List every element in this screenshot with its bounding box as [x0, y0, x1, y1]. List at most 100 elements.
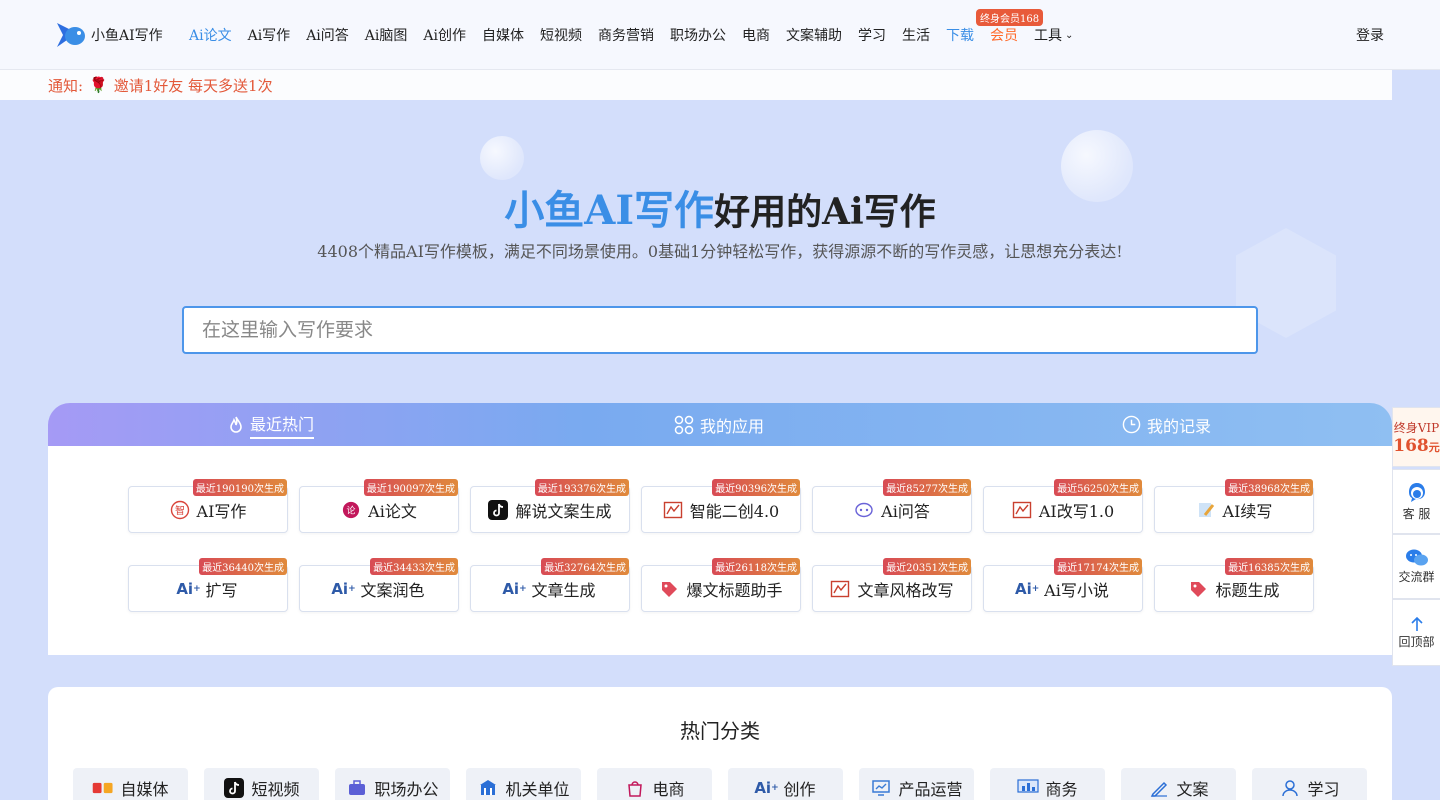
card-ai-qa[interactable]: 最近85277次生成 Ai问答	[812, 479, 972, 533]
category-copywriting[interactable]: 文案	[1121, 768, 1236, 800]
usage-badge: 最近190097次生成	[363, 479, 458, 496]
usage-badge: 最近34433次生成	[370, 558, 458, 575]
card-ai-novel[interactable]: 最近17174次生成 Ai + Ai写小说	[983, 558, 1143, 612]
category-study[interactable]: 学习	[1252, 768, 1367, 800]
nav-item-vip[interactable]: 会员	[990, 25, 1018, 45]
media-icon	[92, 777, 114, 799]
tiktok-icon	[223, 777, 245, 799]
ai-spark-icon: Ai +	[754, 779, 779, 797]
usage-badge: 最近85277次生成	[883, 479, 971, 496]
nav-item-tools[interactable]: 工具 ⌄	[1034, 25, 1073, 45]
notice-bar: 通知: 🌹 邀请1好友 每天多送1次	[0, 70, 1392, 100]
category-create[interactable]: Ai + 创作	[728, 768, 843, 800]
card-ai-continue[interactable]: 最近38968次生成 AI续写	[1154, 479, 1314, 533]
tab-my-records[interactable]: 我的记录	[1122, 403, 1211, 446]
tools-label: 工具	[1033, 28, 1062, 44]
usage-badge: 最近16385次生成	[1225, 558, 1313, 575]
briefcase-icon	[346, 777, 368, 799]
vip-price-value: 168	[1393, 435, 1429, 456]
nav-item-ai-paper[interactable]: Ai论文	[189, 25, 232, 45]
back-to-top-button[interactable]: 回顶部	[1392, 599, 1440, 666]
card-label: 扩写	[205, 580, 238, 600]
tab-recent-hot[interactable]: 最近热门	[228, 403, 315, 446]
notice-text[interactable]: 邀请1好友 每天多送1次	[114, 75, 273, 96]
service-label: 客 服	[1402, 507, 1431, 521]
svg-text:智: 智	[175, 504, 185, 517]
nav-item-short-video[interactable]: 短视频	[540, 25, 582, 45]
shop-icon	[624, 777, 646, 799]
category-self-media[interactable]: 自媒体	[73, 768, 188, 800]
usage-badge: 最近190190次生成	[192, 479, 287, 496]
group-chat-button[interactable]: 交流群	[1392, 534, 1440, 599]
building-icon	[477, 777, 499, 799]
hero-title: 小鱼AI写作好用的Ai写作	[0, 178, 1440, 236]
card-expand[interactable]: 最近36440次生成 Ai + 扩写	[128, 558, 288, 612]
tab-label: 最近热门	[250, 411, 315, 439]
person-icon	[1279, 777, 1301, 799]
usage-badge: 最近26118次生成	[712, 558, 800, 575]
usage-badge: 最近20351次生成	[883, 558, 971, 575]
login-link[interactable]: 登录	[1356, 25, 1384, 45]
card-style-rewrite[interactable]: 最近20351次生成 文章风格改写	[812, 558, 972, 612]
nav-item-life[interactable]: 生活	[902, 25, 930, 45]
card-commentary-copy[interactable]: 最近193376次生成 解说文案生成	[470, 479, 630, 533]
notice-prefix: 通知:	[48, 76, 84, 95]
nav-item-copy-assist[interactable]: 文案辅助	[786, 25, 842, 45]
vip-line1: 终身VIP	[1393, 420, 1440, 435]
main-nav: Ai论文 Ai写作 Ai问答 Ai脑图 Ai创作 自媒体 短视频 商务营销 职场…	[189, 0, 1089, 70]
category-label: 职场办公	[374, 780, 439, 799]
chart-board-icon	[1017, 777, 1040, 799]
customer-service-button[interactable]: 客 服	[1392, 469, 1440, 534]
card-ai-paper[interactable]: 最近190097次生成 论 Ai论文	[299, 479, 459, 533]
hot-panel: 最近190190次生成 智 AI写作 最近190097次生成 论 Ai论文 最近…	[48, 446, 1392, 655]
search-input[interactable]	[182, 306, 1258, 354]
card-label: Ai写小说	[1044, 580, 1109, 600]
category-label: 自媒体	[120, 780, 169, 799]
decor-bubble	[480, 136, 524, 180]
service-icon	[1408, 483, 1425, 502]
category-label: 创作	[783, 780, 816, 799]
wechat-icon	[1405, 549, 1428, 566]
card-ai-writing[interactable]: 最近190190次生成 智 AI写作	[128, 479, 288, 533]
card-title-gen[interactable]: 最近16385次生成 标题生成	[1154, 558, 1314, 612]
nav-item-office[interactable]: 职场办公	[670, 25, 726, 45]
svg-text:论: 论	[347, 504, 356, 516]
nav-item-download[interactable]: 下载	[946, 25, 974, 45]
tab-my-apps[interactable]: 我的应用	[674, 403, 764, 446]
card-label: AI改写1.0	[1038, 501, 1115, 521]
category-business[interactable]: 商务	[990, 768, 1105, 800]
arrow-up-icon	[1410, 616, 1423, 631]
lifetime-vip-button[interactable]: 终身VIP 168元	[1392, 407, 1440, 467]
nav-item-ecommerce[interactable]: 电商	[742, 25, 770, 45]
category-office[interactable]: 职场办公	[335, 768, 450, 800]
logo[interactable]: 小鱼AI写作	[55, 19, 163, 51]
card-label: 解说文案生成	[515, 501, 612, 521]
zhi-icon: 智	[170, 500, 190, 520]
nav-item-marketing[interactable]: 商务营销	[598, 25, 654, 45]
usage-badge: 最近36440次生成	[199, 558, 287, 575]
apps-icon	[674, 415, 694, 434]
rewrite-icon	[663, 500, 683, 520]
card-polish[interactable]: 最近34433次生成 Ai + 文案润色	[299, 558, 459, 612]
card-label: 文章生成	[531, 580, 596, 600]
category-short-video[interactable]: 短视频	[204, 768, 319, 800]
card-article-gen[interactable]: 最近32764次生成 Ai + 文章生成	[470, 558, 630, 612]
category-ecommerce[interactable]: 电商	[597, 768, 712, 800]
nav-item-study[interactable]: 学习	[858, 25, 886, 45]
card-smart-recreate[interactable]: 最近90396次生成 智能二创4.0	[641, 479, 801, 533]
card-ai-rewrite[interactable]: 最近56250次生成 AI改写1.0	[983, 479, 1143, 533]
nav-item-ai-create[interactable]: Ai创作	[423, 25, 466, 45]
nav-item-ai-writing[interactable]: Ai写作	[248, 25, 291, 45]
category-government[interactable]: 机关单位	[466, 768, 581, 800]
rewrite-icon	[1012, 500, 1032, 520]
nav-item-ai-qa[interactable]: Ai问答	[306, 25, 349, 45]
flame-icon	[230, 416, 242, 433]
ai-spark-icon: Ai +	[1015, 579, 1040, 598]
category-label: 短视频	[251, 780, 300, 799]
nav-item-ai-mindmap[interactable]: Ai脑图	[365, 25, 408, 45]
nav-item-self-media[interactable]: 自媒体	[482, 25, 524, 45]
chat-icon	[854, 500, 874, 520]
card-title-helper[interactable]: 最近26118次生成 爆文标题助手	[641, 558, 801, 612]
usage-badge: 最近32764次生成	[541, 558, 629, 575]
category-product-ops[interactable]: 产品运营	[859, 768, 974, 800]
